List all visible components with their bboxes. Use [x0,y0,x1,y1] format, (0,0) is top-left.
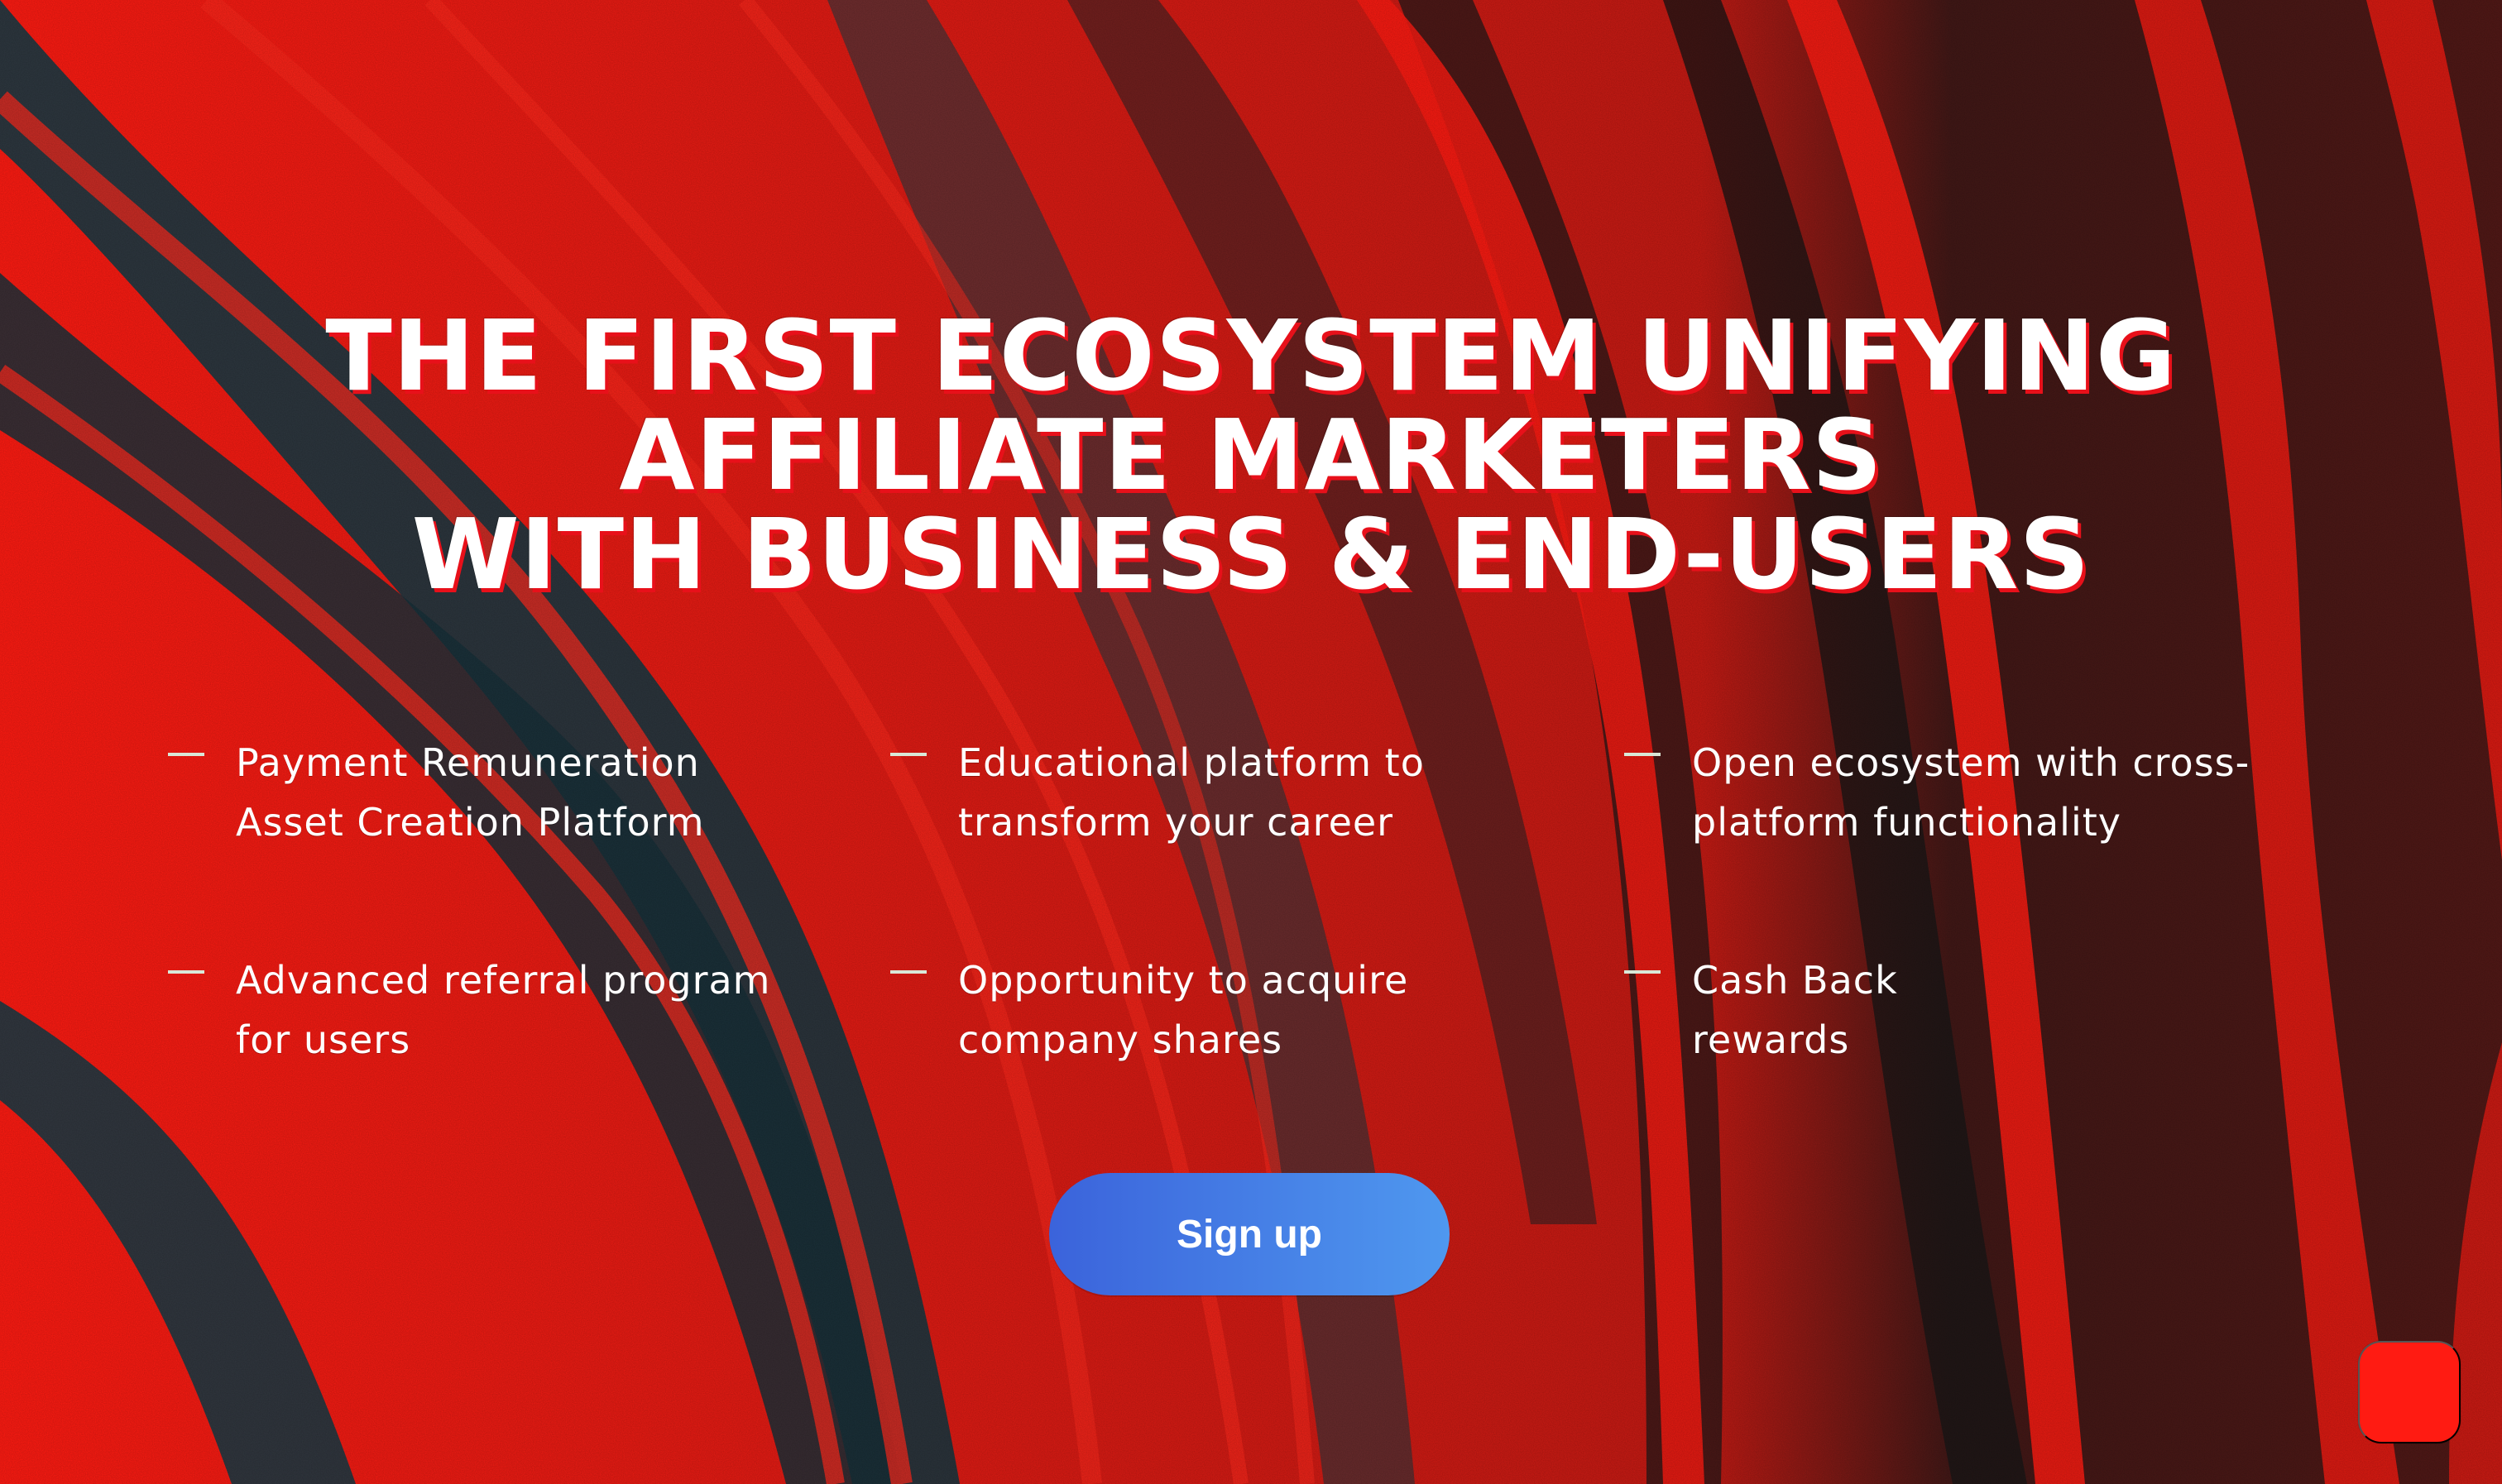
signup-button[interactable]: Sign up [1049,1173,1450,1295]
feature-text: Advanced referral program for users [236,958,771,1062]
feature-text: Payment Remuneration Asset Creation Plat… [236,740,705,845]
hero-line-2: AFFILIATE MARKETERS [619,398,1883,512]
hero-line-3: WITH BUSINESS & END-USERS [411,497,2091,611]
chat-widget-button[interactable] [2358,1341,2461,1443]
feature-text: Educational platform to transform your c… [958,740,1425,845]
hero-line-1: THE FIRST ECOSYSTEM UNIFYING [325,299,2177,413]
feature-text: Cash Back rewards [1692,958,1898,1062]
feature-text: Opportunity to acquire company shares [958,958,1409,1062]
dash-bullet-icon [890,970,927,974]
dash-bullet-icon [890,753,927,756]
dash-bullet-icon [1624,753,1661,756]
landing-hero-section: THE FIRST ECOSYSTEM UNIFYING AFFILIATE M… [0,0,2502,1484]
dash-bullet-icon [1624,970,1661,974]
hero-headline-container: THE FIRST ECOSYSTEM UNIFYING AFFILIATE M… [0,306,2502,604]
hero-headline: THE FIRST ECOSYSTEM UNIFYING AFFILIATE M… [0,306,2502,604]
feature-text: Open ecosystem with cross- platform func… [1692,740,2250,845]
dash-bullet-icon [168,970,204,974]
dash-bullet-icon [168,753,204,756]
